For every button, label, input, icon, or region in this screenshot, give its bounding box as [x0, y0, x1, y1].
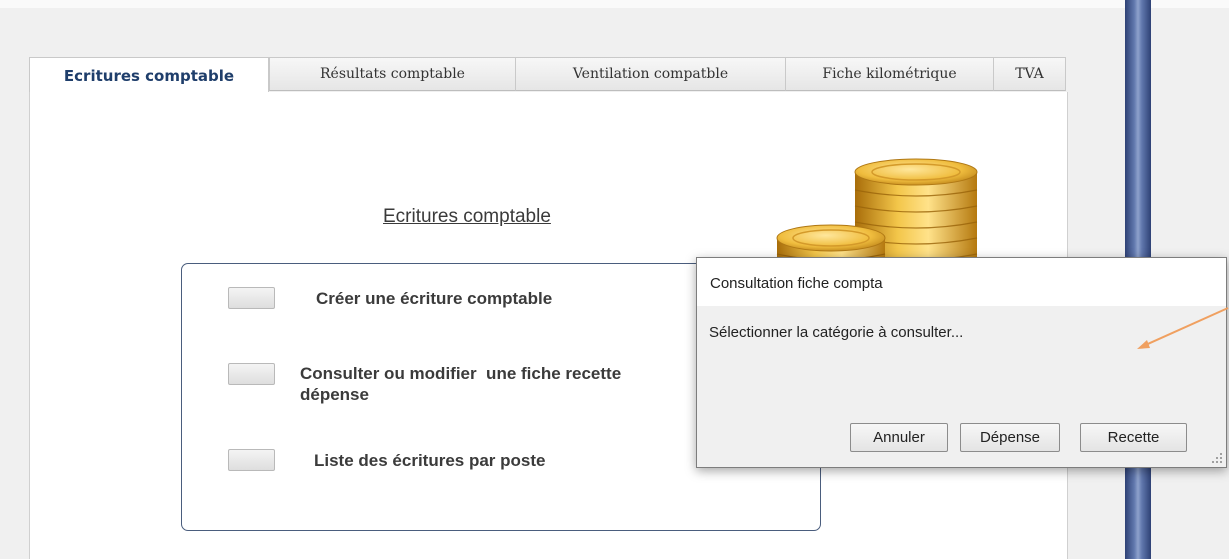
cancel-button[interactable]: Annuler	[850, 423, 948, 452]
tab-bar: Ecritures comptable Résultats comptable …	[29, 57, 1066, 93]
consult-modify-button[interactable]	[228, 363, 275, 385]
tab-fiche-kilometrique[interactable]: Fiche kilométrique	[785, 57, 994, 91]
consult-modify-label-line1: Consulter ou modifier une fiche recette	[300, 364, 622, 383]
expense-button[interactable]: Dépense	[960, 423, 1060, 452]
create-entry-label: Créer une écriture comptable	[316, 289, 553, 308]
income-button[interactable]: Recette	[1080, 423, 1187, 452]
consultation-dialog: Consultation fiche compta Sélectionner l…	[696, 257, 1227, 468]
page-title: Ecritures comptable	[383, 206, 551, 227]
consult-modify-label-line2: dépense	[300, 385, 369, 404]
gold-coins-icon	[776, 158, 978, 270]
list-by-post-label: Liste des écritures par poste	[314, 451, 546, 470]
tab-resultats-comptable[interactable]: Résultats comptable	[269, 57, 516, 91]
resize-grip-icon[interactable]	[1211, 452, 1223, 464]
window-top-strip	[0, 0, 1229, 8]
list-by-post-button[interactable]	[228, 449, 275, 471]
annotation-arrow-icon	[1137, 307, 1229, 349]
tab-ventilation[interactable]: Ventilation compatble	[515, 57, 786, 91]
create-entry-button[interactable]	[228, 287, 275, 309]
dialog-message: Sélectionner la catégorie à consulter...	[709, 324, 964, 341]
tab-tva[interactable]: TVA	[993, 57, 1066, 91]
tab-ecritures-comptable[interactable]: Ecritures comptable	[29, 57, 269, 93]
dialog-title: Consultation fiche compta	[697, 258, 1226, 306]
consult-modify-label: Consulter ou modifier une fiche recette …	[300, 363, 621, 405]
